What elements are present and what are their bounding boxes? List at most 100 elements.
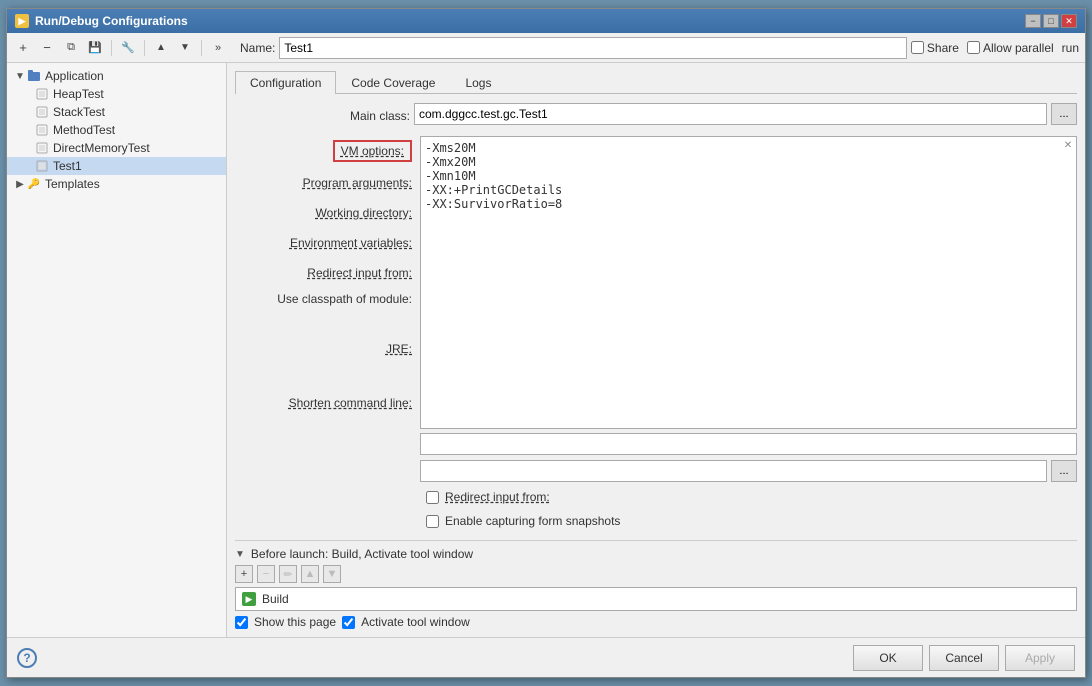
ok-button[interactable]: OK <box>853 645 923 671</box>
show-page-label: Show this page <box>254 615 336 629</box>
templates-expander-icon: ▶ <box>13 177 27 191</box>
before-launch-expander[interactable]: ▼ <box>235 549 245 560</box>
vm-options-textarea[interactable]: -Xms20M -Xmx20M -Xmn10M -XX:+PrintGCDeta… <box>420 136 1077 429</box>
fields-column: -Xms20M -Xmx20M -Xmn10M -XX:+PrintGCDeta… <box>420 136 1077 484</box>
working-dir-browse-button[interactable]: ... <box>1051 460 1077 482</box>
sidebar-item-templates[interactable]: ▶ 🔑 Templates <box>7 175 226 193</box>
window-icon: ▶ <box>15 14 29 28</box>
name-input[interactable] <box>279 37 907 59</box>
title-bar: ▶ Run/Debug Configurations − □ ✕ <box>7 9 1085 33</box>
settings-button[interactable]: 🔧 <box>118 38 138 58</box>
sidebar-item-stacktest-label: StackTest <box>53 105 105 119</box>
use-classpath-label-cell: Use classpath of module: <box>235 288 420 338</box>
allow-parallel-checkbox[interactable] <box>967 41 980 54</box>
main-content: ▼ Application HeapTest <box>7 63 1085 637</box>
leaf-spacer-4 <box>21 141 35 155</box>
sidebar-item-test1[interactable]: Test1 <box>7 157 226 175</box>
before-launch-label: Before launch: Build, Activate tool wind… <box>251 547 473 561</box>
vm-close-button[interactable]: ✕ <box>1061 138 1075 152</box>
program-args-input[interactable] <box>420 433 1077 455</box>
down-button[interactable]: ▼ <box>175 38 195 58</box>
toolbar-separator <box>111 40 112 56</box>
bl-add-button[interactable]: + <box>235 565 253 583</box>
application-folder-icon <box>27 69 41 83</box>
main-class-label: Main class: <box>235 106 410 123</box>
sidebar-item-templates-label: Templates <box>45 177 100 191</box>
sidebar-item-methodtest[interactable]: MethodTest <box>7 121 226 139</box>
working-dir-label-cell: Working directory: <box>235 198 420 228</box>
bl-down-button[interactable]: ▼ <box>323 565 341 583</box>
allow-parallel-checkbox-label[interactable]: Allow parallel <box>967 41 1054 55</box>
sidebar-item-stacktest[interactable]: StackTest <box>7 103 226 121</box>
program-args-label: Program arguments: <box>303 176 412 190</box>
templates-icon: 🔑 <box>27 177 41 191</box>
remove-button[interactable]: − <box>37 38 57 58</box>
sidebar-item-directmemorytest-label: DirectMemoryTest <box>53 141 150 155</box>
maximize-button[interactable]: □ <box>1043 14 1059 28</box>
before-launch-header: ▼ Before launch: Build, Activate tool wi… <box>235 547 1077 561</box>
vm-options-label[interactable]: VM options: <box>333 140 412 162</box>
working-dir-field: ... <box>420 458 1077 485</box>
toolbar: + − ⧉ 💾 🔧 ▲ ▼ » Name: Share Allow parall… <box>7 33 1085 63</box>
main-window: ▶ Run/Debug Configurations − □ ✕ + − ⧉ 💾… <box>6 8 1086 678</box>
help-button[interactable]: ? <box>17 648 37 668</box>
tab-logs[interactable]: Logs <box>450 71 506 94</box>
enable-capturing-label: Enable capturing form snapshots <box>445 514 620 528</box>
before-launch-toolbar: + − ✏ ▲ ▼ <box>235 565 1077 583</box>
leaf-spacer-5 <box>21 159 35 173</box>
jre-label: JRE: <box>386 342 412 356</box>
close-button[interactable]: ✕ <box>1061 14 1077 28</box>
show-page-checkbox[interactable] <box>235 616 248 629</box>
shorten-cmd-label: Shorten command line: <box>289 396 412 410</box>
copy-button[interactable]: ⧉ <box>61 38 81 58</box>
bl-edit-button[interactable]: ✏ <box>279 565 297 583</box>
share-checkbox[interactable] <box>911 41 924 54</box>
cancel-button[interactable]: Cancel <box>929 645 999 671</box>
stacktest-icon <box>35 105 49 119</box>
sidebar-item-heaptest-label: HeapTest <box>53 87 104 101</box>
sidebar-item-directmemorytest[interactable]: DirectMemoryTest <box>7 139 226 157</box>
before-launch-section: ▼ Before launch: Build, Activate tool wi… <box>235 540 1077 629</box>
sidebar-item-application[interactable]: ▼ Application <box>7 67 226 85</box>
minimize-button[interactable]: − <box>1025 14 1041 28</box>
enable-capturing-checkbox[interactable] <box>426 515 439 528</box>
apply-button[interactable]: Apply <box>1005 645 1075 671</box>
more-button[interactable]: » <box>208 38 228 58</box>
redirect-checkbox[interactable] <box>426 491 439 504</box>
tab-code-coverage[interactable]: Code Coverage <box>336 71 450 94</box>
show-page-row: Show this page Activate tool window <box>235 615 1077 629</box>
expander-icon: ▼ <box>13 69 27 83</box>
save-button[interactable]: 💾 <box>85 38 105 58</box>
vm-textarea-wrapper: -Xms20M -Xmx20M -Xmn10M -XX:+PrintGCDeta… <box>420 136 1077 429</box>
build-icon: ▶ <box>242 592 256 606</box>
browse-button[interactable]: ... <box>1051 103 1077 125</box>
bl-remove-button[interactable]: − <box>257 565 275 583</box>
sidebar: ▼ Application HeapTest <box>7 63 227 637</box>
env-vars-label-cell: Environment variables: <box>235 228 420 258</box>
build-row: ▶ Build <box>235 587 1077 611</box>
share-label: Share <box>927 41 959 55</box>
main-class-row: Main class: ... <box>235 102 1077 126</box>
redirect-row: Redirect input from: <box>235 490 1077 504</box>
tab-configuration[interactable]: Configuration <box>235 71 336 94</box>
sidebar-item-methodtest-label: MethodTest <box>53 123 115 137</box>
leaf-spacer-2 <box>21 105 35 119</box>
methodtest-icon <box>35 123 49 137</box>
sidebar-item-heaptest[interactable]: HeapTest <box>7 85 226 103</box>
window-title: Run/Debug Configurations <box>35 14 188 28</box>
vm-options-label-cell: VM options: <box>235 136 420 166</box>
add-button[interactable]: + <box>13 38 33 58</box>
bl-up-button[interactable]: ▲ <box>301 565 319 583</box>
bottom-bar: ? OK Cancel Apply <box>7 637 1085 677</box>
working-dir-input[interactable] <box>420 460 1047 482</box>
redirect-label: Redirect input from: <box>307 266 412 280</box>
toolbar-separator-3 <box>201 40 202 56</box>
up-button[interactable]: ▲ <box>151 38 171 58</box>
test1-icon <box>35 159 49 173</box>
env-vars-label: Environment variables: <box>290 236 412 250</box>
activate-window-checkbox[interactable] <box>342 616 355 629</box>
run-label: run <box>1062 41 1079 55</box>
main-class-input[interactable] <box>414 103 1047 125</box>
toolbar-separator-2 <box>144 40 145 56</box>
share-checkbox-label[interactable]: Share <box>911 41 959 55</box>
